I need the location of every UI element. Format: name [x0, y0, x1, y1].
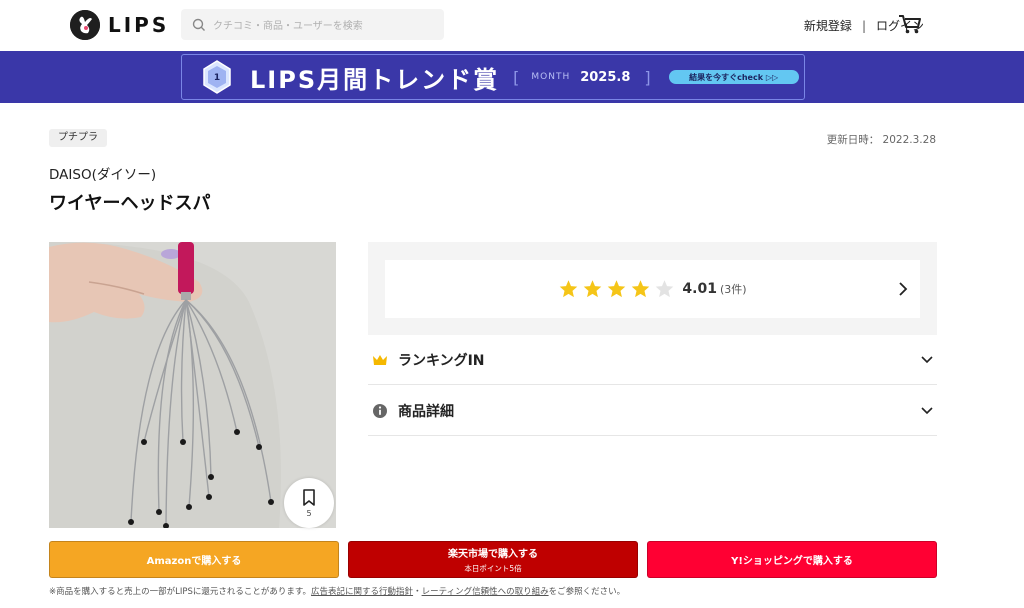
cart-icon[interactable]	[897, 12, 923, 36]
amazon-buy-label: Amazonで購入する	[146, 556, 242, 567]
banner-frame: 1 LIPS月間トレンド賞 [ MONTH 2025.8 ] 結果を今すぐche…	[181, 54, 805, 100]
details-accordion[interactable]: 商品詳細	[368, 386, 937, 436]
bracket-open: [	[513, 67, 520, 87]
rakuten-buy-label: 楽天市場で購入する	[448, 549, 538, 560]
month-label: MONTH	[531, 72, 571, 82]
updated-date: 更新日時： 2022.3.28	[826, 134, 936, 146]
top-header: LIPS クチコミ・商品・ユーザーを検索 新規登録 | ログイン	[0, 0, 1024, 50]
chevron-right-icon	[899, 282, 908, 296]
rabbit-logo-icon	[70, 10, 100, 40]
svg-text:1: 1	[214, 73, 220, 83]
search-input[interactable]: クチコミ・商品・ユーザーを検索	[181, 9, 444, 40]
yahoo-buy-label: Y!ショッピングで購入する	[731, 556, 853, 567]
star-filled-icon	[560, 280, 578, 298]
affiliate-disclaimer: ※商品を購入すると売上の一部がLIPSに還元されることがあります。広告表記に関す…	[49, 585, 625, 597]
star-empty-icon	[656, 280, 674, 298]
lips-logo[interactable]: LIPS	[70, 9, 166, 41]
banner-title: LIPS月間トレンド賞	[250, 65, 500, 94]
crown-icon	[373, 354, 387, 365]
ranking-accordion[interactable]: ランキングIN	[368, 335, 937, 385]
signup-link[interactable]: 新規登録	[804, 17, 852, 34]
star-filled-icon	[608, 280, 626, 298]
star-rating	[558, 279, 675, 299]
ad-policy-link[interactable]: 広告表記に関する行動指針	[311, 587, 413, 597]
logo-text: LIPS	[108, 13, 170, 37]
category-tag[interactable]: プチプラ	[49, 129, 107, 147]
disclaimer-prefix: ※商品を購入すると売上の一部がLIPSに還元されることがあります。	[49, 587, 312, 597]
yahoo-buy-button[interactable]: Y!ショッピングで購入する	[647, 541, 937, 578]
rakuten-buy-button[interactable]: 楽天市場で購入する 本日ポイント5倍	[348, 541, 638, 578]
rating-score: 4.01	[682, 281, 717, 297]
bracket-close: ]	[644, 67, 651, 87]
trend-award-banner[interactable]: 1 LIPS月間トレンド賞 [ MONTH 2025.8 ] 結果を今すぐche…	[0, 51, 1024, 103]
details-label: 商品詳細	[398, 403, 454, 420]
bookmark-icon	[303, 488, 315, 506]
check-results-button[interactable]: 結果を今すぐcheck ▷▷	[668, 70, 799, 84]
month-value: 2025.8	[580, 69, 631, 85]
rakuten-points-note: 本日ポイント5倍	[464, 564, 522, 573]
disclaimer-suffix: をご参照ください。	[548, 587, 626, 597]
amazon-buy-button[interactable]: Amazonで購入する	[49, 541, 339, 578]
rating-reliability-link[interactable]: レーティング信頼性への取り組み	[422, 587, 549, 597]
chevron-down-icon	[921, 356, 933, 364]
review-count: (3件)	[719, 283, 747, 296]
product-title: ワイヤーヘッドスパ	[49, 193, 211, 214]
bookmark-button[interactable]: 5	[284, 478, 334, 528]
search-icon	[192, 18, 205, 31]
rating-summary[interactable]: 4.01 (3件)	[385, 260, 920, 318]
rating-panel: 4.01 (3件)	[368, 242, 937, 335]
info-icon	[373, 403, 387, 418]
award-badge-icon: 1	[203, 60, 231, 94]
nav-separator: |	[861, 18, 866, 33]
search-placeholder: クチコミ・商品・ユーザーを検索	[213, 21, 363, 32]
star-filled-icon	[584, 280, 602, 298]
brand-name[interactable]: DAISO(ダイソー)	[49, 163, 156, 183]
chevron-down-icon	[921, 407, 933, 415]
ranking-label: ランキングIN	[398, 352, 485, 369]
star-filled-icon	[632, 280, 650, 298]
disclaimer-middle: ・	[413, 587, 422, 597]
bookmark-count: 5	[306, 508, 312, 518]
